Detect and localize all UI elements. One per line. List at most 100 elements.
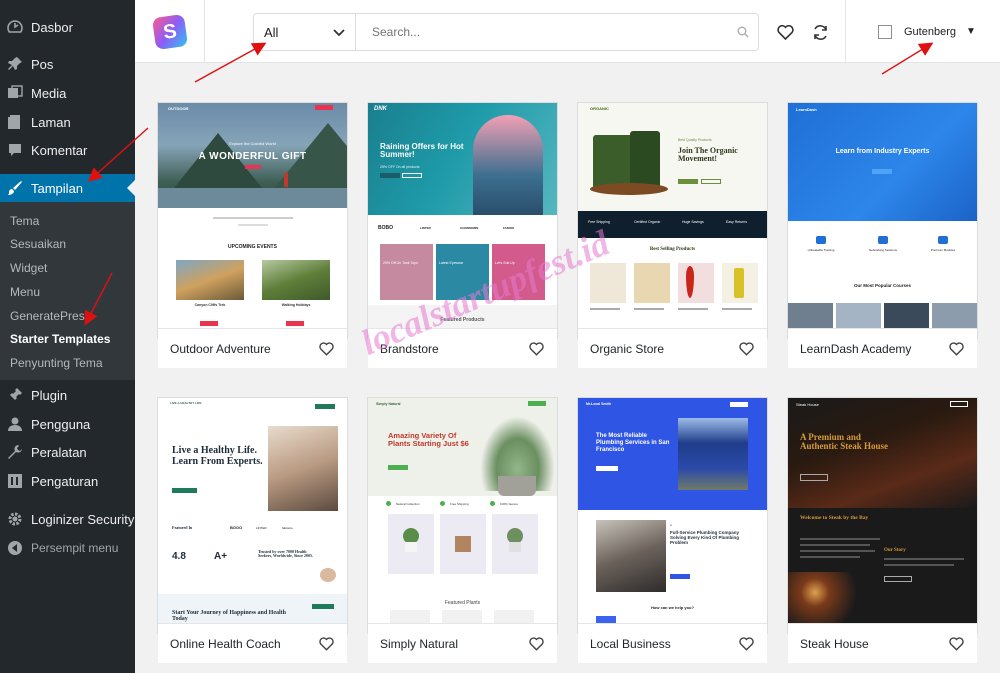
- preview-hero-sub: Explore the Colorful World: [229, 141, 276, 146]
- submenu-item-menus[interactable]: Menu: [10, 285, 40, 299]
- template-title[interactable]: Brandstore: [380, 342, 439, 356]
- template-preview: Steak House A Premium and Authentic Stea…: [788, 398, 977, 623]
- favorite-heart-icon[interactable]: [529, 341, 545, 357]
- template-preview: ORGANIC Best Quality Products Join The O…: [578, 103, 767, 328]
- template-title[interactable]: Local Business: [590, 637, 671, 651]
- menu-label: Komentar: [31, 142, 88, 158]
- submenu-item-starter-templates[interactable]: Starter Templates: [10, 332, 110, 346]
- template-card-brandstore[interactable]: DNK Raining Offers for Hot Summer! 25% O…: [367, 102, 558, 368]
- template-card-online-health-coach[interactable]: LIVE A HEALTHY LIFE Live a Healthy Life.…: [157, 397, 348, 663]
- builder-checkbox[interactable]: [878, 24, 892, 39]
- template-title[interactable]: Steak House: [800, 637, 869, 651]
- pin-icon: [7, 56, 23, 72]
- preview-stat: 4.8: [172, 551, 186, 562]
- menu-item-media[interactable]: Media: [0, 79, 135, 107]
- submenu-item-generatepress[interactable]: GeneratePress: [10, 309, 91, 323]
- template-card-simply-natural[interactable]: Simply Natural Amazing Variety Of Plants…: [367, 397, 558, 663]
- menu-item-appearance[interactable]: Tampilan: [0, 174, 135, 202]
- preview-hero: A Premium and Authentic Steak House: [800, 432, 889, 452]
- preview-section: UPCOMING EVENTS: [228, 244, 277, 250]
- menu-label: Media: [31, 85, 67, 101]
- preview-feature: Free Shipping: [450, 502, 469, 506]
- builder-label[interactable]: Gutenberg: [904, 26, 956, 38]
- menu-item-pages[interactable]: Laman: [0, 108, 135, 136]
- template-card-steak-house[interactable]: Steak House A Premium and Authentic Stea…: [787, 397, 978, 663]
- template-title[interactable]: Simply Natural: [380, 637, 458, 651]
- preview-feature: Free Shipping: [588, 220, 610, 224]
- collapse-icon: [7, 540, 23, 556]
- template-card-organic-store[interactable]: ORGANIC Best Quality Products Join The O…: [577, 102, 768, 368]
- favorite-heart-icon[interactable]: [739, 636, 755, 652]
- preview-section: Featured Plants: [444, 600, 481, 606]
- menu-item-settings[interactable]: Pengaturan: [0, 467, 135, 495]
- preview-section: Best Selling Products: [649, 247, 696, 252]
- category-select[interactable]: All: [254, 14, 356, 50]
- preview-section: Our Most Popular Courses: [853, 283, 911, 288]
- preview-feature: Certified Organic: [634, 220, 661, 224]
- preview-hero: Join The Organic Movement!: [678, 146, 738, 164]
- menu-item-tools[interactable]: Peralatan: [0, 438, 135, 466]
- menu-item-dashboard[interactable]: Dasbor: [0, 13, 135, 41]
- admin-sidebar: Dasbor Pos Media Laman Komentar Tampilan…: [0, 0, 135, 673]
- template-title[interactable]: Organic Store: [590, 342, 664, 356]
- favorite-heart-icon[interactable]: [949, 636, 965, 652]
- menu-label: Persempit menu: [31, 541, 119, 555]
- preview-brand-logo: BOBO: [378, 225, 393, 231]
- menu-label: Pos: [31, 56, 54, 72]
- favorite-heart-icon[interactable]: [319, 636, 335, 652]
- favorite-heart-icon[interactable]: [949, 341, 965, 357]
- card-footer: Simply Natural: [368, 623, 557, 663]
- caret-down-icon[interactable]: ▼: [966, 26, 976, 37]
- chevron-down-icon: [333, 25, 345, 40]
- menu-item-comments[interactable]: Komentar: [0, 136, 135, 164]
- preview-brand: OUTDOOR: [168, 106, 189, 111]
- preview-feature: Natural Collection: [396, 502, 420, 506]
- menu-item-posts[interactable]: Pos: [0, 50, 135, 78]
- favorite-heart-icon[interactable]: [319, 341, 335, 357]
- media-icon: [7, 85, 23, 101]
- preview-quote: Trusted by over 7000 Health Seekers, Wor…: [258, 549, 314, 559]
- template-title[interactable]: LearnDash Academy: [800, 342, 911, 356]
- favorites-heart-icon[interactable]: [774, 21, 796, 43]
- menu-item-loginizer[interactable]: Loginizer Security: [0, 505, 135, 533]
- submenu-item-theme-editor[interactable]: Penyunting Tema: [10, 356, 103, 370]
- preview-brand: DNK: [374, 106, 387, 112]
- preview-hero: Raining Offers for Hot Summer!: [380, 142, 464, 160]
- preview-item: Canyon Cliffs Trek: [194, 303, 226, 307]
- menu-label: Loginizer Security: [31, 511, 135, 527]
- template-title[interactable]: Outdoor Adventure: [170, 342, 271, 356]
- sync-icon[interactable]: [809, 21, 831, 43]
- preview-section: How can we help you?: [651, 605, 694, 610]
- card-footer: Brandstore: [368, 328, 557, 368]
- preview-brand: Simply Natural: [376, 402, 401, 406]
- plugin-icon: [7, 387, 23, 403]
- page-builder-select: Gutenberg ▼: [845, 0, 1000, 63]
- template-card-learndash-academy[interactable]: LearnDash Learn from Industry Experts Un…: [787, 102, 978, 368]
- preview-body-title: Full-Service Plumbing Company Solving Ev…: [670, 530, 740, 546]
- menu-item-collapse[interactable]: Persempit menu: [0, 534, 135, 562]
- menu-label: Dasbor: [31, 19, 73, 35]
- menu-label: Pengguna: [31, 416, 91, 432]
- search-icon[interactable]: [728, 14, 758, 50]
- submenu-item-themes[interactable]: Tema: [10, 214, 39, 228]
- template-title[interactable]: Online Health Coach: [170, 637, 281, 651]
- preview-brand: LearnDash: [796, 107, 817, 112]
- preview-hero: Learn from Industry Experts: [835, 148, 930, 155]
- starter-templates-logo[interactable]: S: [151, 13, 188, 50]
- submenu-item-widgets[interactable]: Widget: [10, 261, 47, 275]
- preview-brand: LIVE A HEALTHY LIFE: [170, 401, 202, 405]
- search-input[interactable]: [356, 14, 728, 50]
- menu-item-plugins[interactable]: Plugin: [0, 381, 135, 409]
- template-preview: Mr.Local Smith The Most Reliable Plumbin…: [578, 398, 767, 623]
- template-card-local-business[interactable]: Mr.Local Smith The Most Reliable Plumbin…: [577, 397, 768, 663]
- favorite-heart-icon[interactable]: [529, 636, 545, 652]
- appearance-submenu: Tema Sesuaikan Widget Menu GeneratePress…: [0, 202, 135, 380]
- menu-label: Peralatan: [31, 444, 87, 460]
- preview-feature: Unbeatable Training: [807, 248, 835, 252]
- template-card-outdoor-adventure[interactable]: OUTDOOR Explore the Colorful World A WON…: [157, 102, 348, 368]
- submenu-item-customize[interactable]: Sesuaikan: [10, 237, 66, 251]
- favorite-heart-icon[interactable]: [739, 341, 755, 357]
- preview-tile: 20% Off On Tank Tops: [383, 261, 418, 265]
- menu-item-users[interactable]: Pengguna: [0, 410, 135, 438]
- card-footer: LearnDash Academy: [788, 328, 977, 368]
